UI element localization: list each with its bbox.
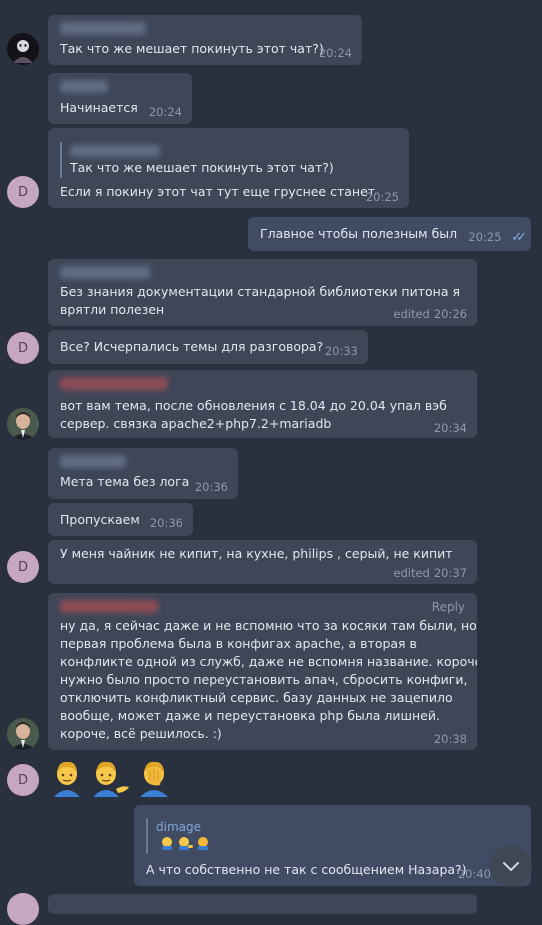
message-bubble[interactable]	[48, 894, 477, 914]
message-text: Так что же мешает покинуть этот чат?)	[60, 41, 324, 56]
avatar-image	[7, 718, 39, 750]
reply-bar	[146, 818, 148, 854]
message-time: edited 20:37	[393, 566, 467, 580]
message-bubble-outgoing[interactable]: Главное чтобы полезным был 20:25 ✓✓	[248, 217, 531, 251]
scroll-down-button[interactable]	[490, 845, 532, 887]
sender-name[interactable]	[60, 377, 168, 390]
edited-label: edited	[393, 307, 430, 321]
man-tipping-hand-emoji-icon	[179, 837, 193, 850]
man-emoji-icon	[162, 837, 172, 850]
message-time-value: 20:26	[433, 307, 467, 321]
message-bubble[interactable]: Так что же мешает покинуть этот чат?) Ес…	[48, 128, 409, 208]
message-bubble[interactable]: Все? Исчерпались темы для разговора? 20:…	[48, 330, 368, 364]
chat-area: Так что же мешает покинуть этот чат?) 20…	[0, 0, 542, 925]
avatar-image	[13, 40, 33, 63]
message-text: У меня чайник не кипит, на кухне, philip…	[60, 546, 453, 561]
message-time-value: 20:37	[433, 566, 467, 580]
man-tipping-hand-emoji-icon	[93, 761, 129, 797]
message-time: 20:34	[433, 421, 467, 435]
avatar-letter: D	[17, 340, 28, 356]
message-text: конфликте одной из служб, даже не вспомн…	[60, 654, 477, 669]
sender-name[interactable]	[60, 80, 108, 93]
message-text: нужно было просто переустановить апач, с…	[60, 672, 468, 687]
message-bubble[interactable]: Начинается 20:24	[48, 73, 192, 124]
message-time-value: 20:25	[468, 230, 502, 244]
message-bubble[interactable]: Без знания документации стандарной библи…	[48, 259, 477, 326]
sender-name[interactable]	[60, 266, 150, 279]
avatar[interactable]	[7, 893, 39, 925]
avatar[interactable]	[7, 718, 39, 750]
message-text: первая проблема была в конфигах apache, …	[60, 636, 417, 651]
message-bubble[interactable]: Reply ну да, я сейчас даже и не вспомню …	[48, 593, 477, 750]
avatar[interactable]	[7, 408, 39, 440]
message-text: Мета тема без лога	[60, 474, 190, 489]
avatar-letter: D	[17, 184, 28, 200]
avatar[interactable]	[7, 33, 39, 65]
message-text: Если я покину этот чат тут еще груснее с…	[60, 184, 376, 199]
message-text: А что собственно не так с сообщением Наз…	[146, 862, 467, 877]
reply-sender-name[interactable]: dimage	[156, 818, 201, 836]
message-bubble[interactable]: Пропускаем 20:36	[48, 503, 193, 536]
message-bubble[interactable]: вот вам тема, после обновления с 18.04 д…	[48, 370, 477, 438]
message-text: короче, всё решилось. :)	[60, 726, 222, 741]
message-time: 20:38	[433, 732, 467, 746]
message-text: сервер. связка apache2+php7.2+mariadb	[60, 416, 332, 431]
message-time: 20:24	[148, 105, 182, 119]
reply-text[interactable]: Так что же мешает покинуть этот чат?)	[70, 159, 334, 177]
message-bubble[interactable]: Мета тема без лога 20:36	[48, 448, 238, 499]
message-text: Без знания документации стандарной библи…	[60, 284, 460, 299]
message-time: 20:36	[149, 516, 183, 530]
message-bubble[interactable]: У меня чайник не кипит, на кухне, philip…	[48, 540, 477, 584]
reply-bar	[60, 142, 62, 178]
edited-label: edited	[393, 566, 430, 580]
message-text: Главное чтобы полезным был	[260, 226, 458, 241]
reply-button[interactable]: Reply	[432, 600, 465, 614]
man-facepalming-emoji-icon	[140, 761, 168, 797]
reply-emoji-preview[interactable]	[160, 836, 210, 850]
double-check-icon: ✓✓	[511, 230, 527, 245]
message-time: 20:33	[324, 344, 358, 358]
sender-name[interactable]	[60, 22, 146, 35]
message-text: ну да, я сейчас даже и не вспомню что за…	[60, 618, 477, 633]
message-time: 20:36	[194, 480, 228, 494]
avatar-letter: D	[17, 559, 28, 575]
man-facepalming-emoji-icon	[198, 837, 208, 850]
message-text: отключить конфликтный сервис. базу данны…	[60, 690, 453, 705]
message-text: вообще, может даже и переустановка php б…	[60, 708, 440, 723]
message-time: edited 20:26	[393, 307, 467, 321]
message-text: вот вам тема, после обновления с 18.04 д…	[60, 398, 447, 413]
message-text: Начинается	[60, 100, 138, 115]
avatar[interactable]: D	[7, 764, 39, 796]
message-text: Пропускаем	[60, 512, 140, 527]
message-text: врятли полезен	[60, 302, 165, 317]
message-time: 20:25	[365, 190, 399, 204]
reply-sender[interactable]	[70, 145, 160, 157]
man-emoji-icon	[54, 761, 80, 797]
avatar-image	[7, 408, 39, 440]
emoji-message[interactable]	[50, 759, 174, 797]
sender-name[interactable]	[60, 455, 126, 468]
message-text: Все? Исчерпались темы для разговора?	[60, 339, 324, 354]
chevron-down-icon	[503, 862, 519, 871]
message-time: 20:40	[457, 867, 491, 881]
avatar[interactable]: D	[7, 551, 39, 583]
sender-name[interactable]	[60, 600, 158, 613]
avatar[interactable]: D	[7, 176, 39, 208]
message-bubble[interactable]: Так что же мешает покинуть этот чат?) 20…	[48, 15, 362, 65]
avatar[interactable]: D	[7, 332, 39, 364]
message-time: 20:25 ✓✓	[468, 230, 527, 245]
message-bubble-outgoing[interactable]: dimage А что собственно не так с сообщен…	[134, 805, 531, 886]
message-time: 20:24	[318, 46, 352, 60]
avatar-letter: D	[17, 772, 28, 788]
